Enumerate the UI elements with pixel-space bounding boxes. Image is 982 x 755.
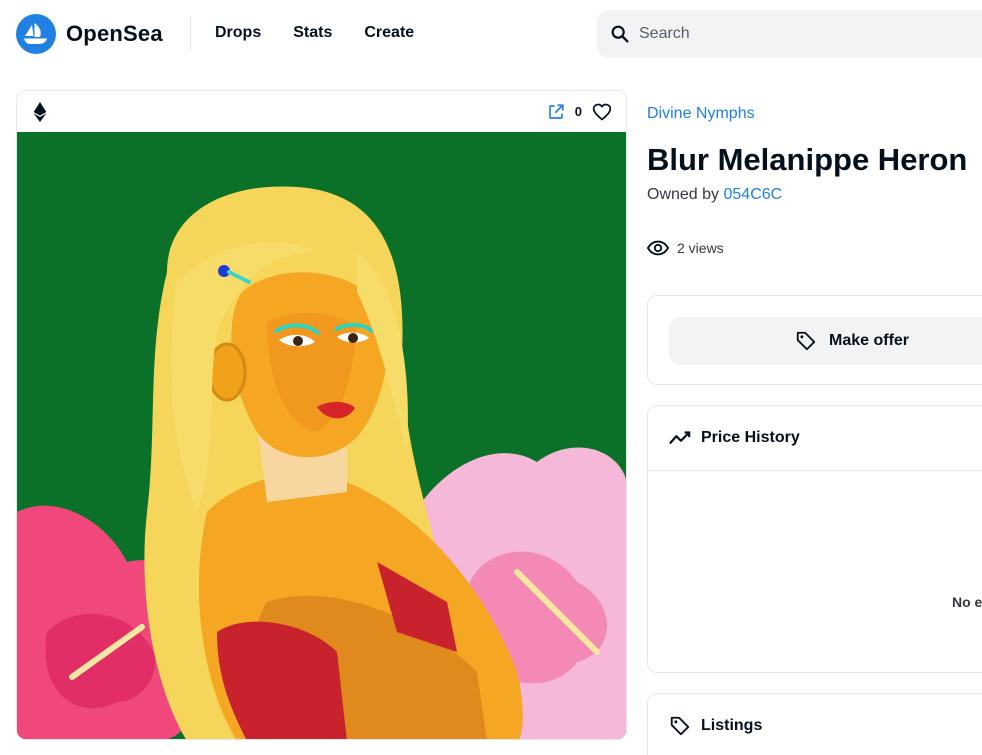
listings-header[interactable]: Listings (648, 694, 982, 755)
collection-link[interactable]: Divine Nymphs (647, 105, 755, 123)
offer-panel: Make offer (647, 295, 982, 385)
favorites-count: 0 (574, 104, 582, 119)
search-icon (611, 25, 629, 43)
asset-toolbar: 0 (17, 91, 626, 132)
heart-icon[interactable] (592, 102, 612, 122)
views-text: 2 views (677, 240, 724, 256)
opensea-logo[interactable]: OpenSea (16, 14, 163, 54)
top-header: OpenSea Drops Stats Create (0, 0, 982, 68)
tag-icon (670, 716, 690, 736)
tag-icon (796, 331, 816, 351)
nav-stats[interactable]: Stats (293, 24, 332, 42)
make-offer-button[interactable]: Make offer (669, 317, 982, 365)
listings-panel: Listings (647, 693, 982, 755)
no-events-text: No e (952, 594, 982, 610)
price-history-panel: Price History No e (647, 405, 982, 673)
make-offer-label: Make offer (829, 332, 910, 349)
view-count: 2 views (647, 240, 724, 256)
listings-title: Listings (701, 717, 763, 734)
main-nav: Drops Stats Create (215, 24, 414, 42)
search-bar[interactable] (597, 10, 982, 58)
ethereum-icon (33, 101, 47, 122)
nft-artwork[interactable] (17, 132, 627, 740)
owned-by-label: Owned by (647, 186, 720, 203)
owner-link[interactable]: 054C6C (724, 186, 783, 203)
asset-card: 0 (16, 90, 627, 740)
header-divider (190, 16, 191, 50)
owned-by: Owned by 054C6C (647, 186, 782, 204)
opensea-logo-icon (16, 14, 56, 54)
asset-actions: 0 (547, 102, 612, 122)
search-input[interactable] (639, 25, 939, 43)
eye-icon (647, 240, 669, 256)
price-history-title: Price History (701, 429, 800, 446)
nav-create[interactable]: Create (364, 24, 414, 42)
asset-title: Blur Melanippe Heron (647, 142, 968, 177)
open-external-icon[interactable] (547, 103, 565, 121)
price-history-header[interactable]: Price History (648, 406, 982, 471)
trending-chart-icon (669, 431, 691, 445)
brand-name: OpenSea (66, 21, 163, 46)
nav-drops[interactable]: Drops (215, 24, 261, 42)
